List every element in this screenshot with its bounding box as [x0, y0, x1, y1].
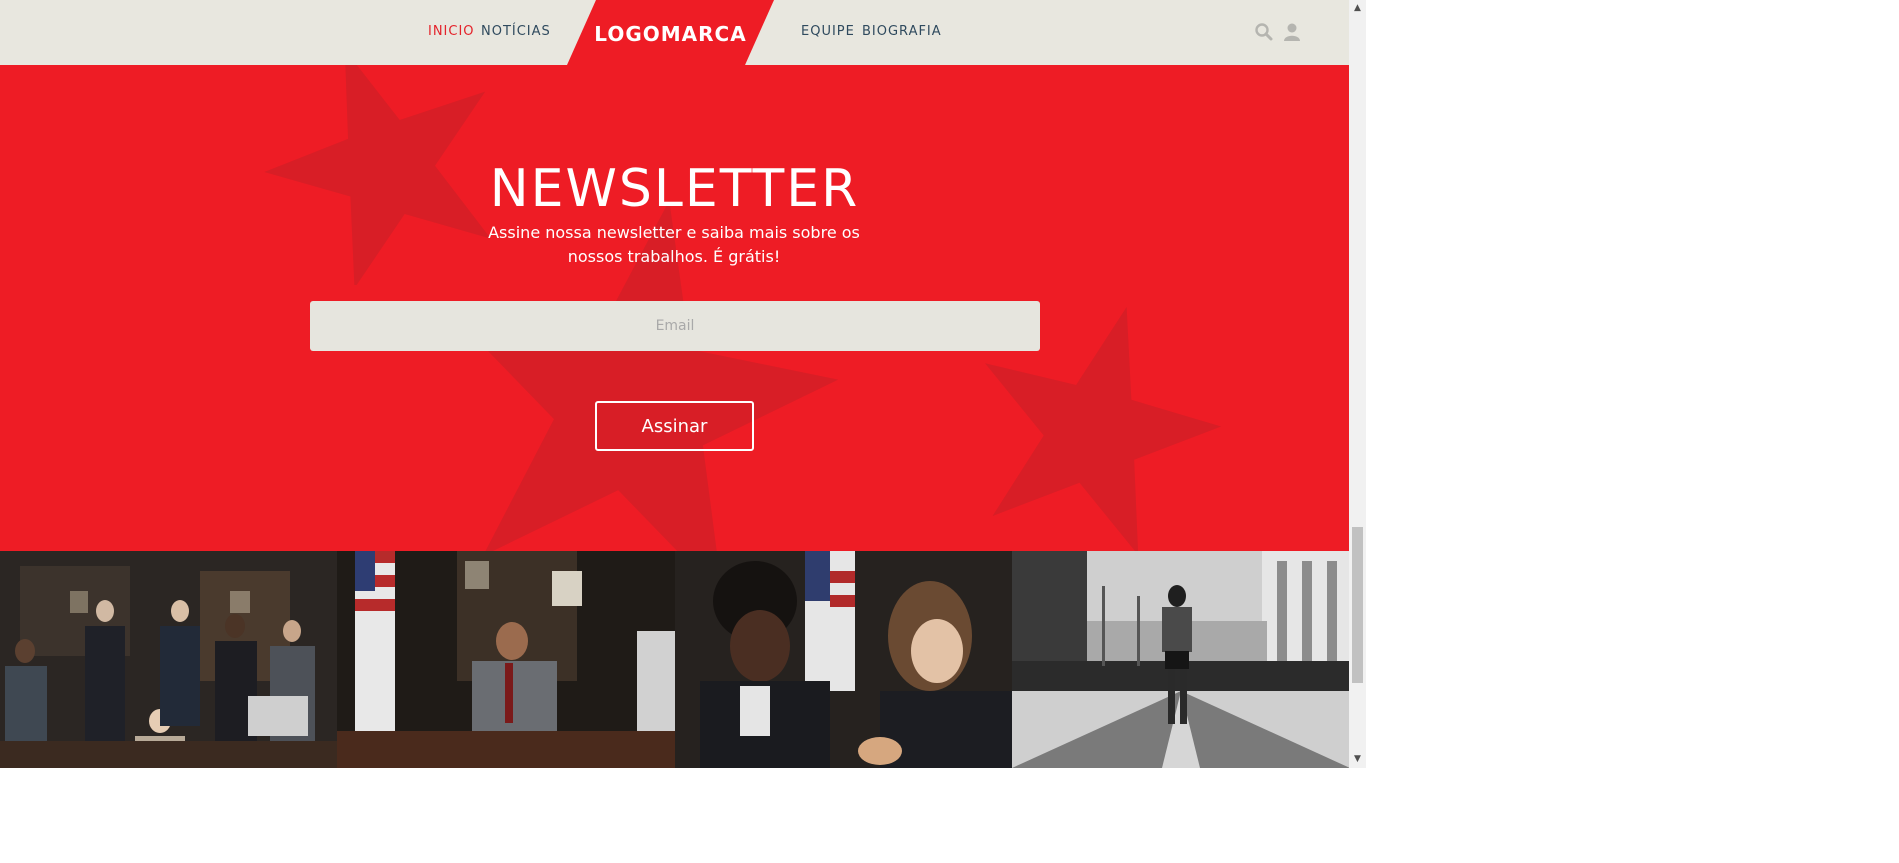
photo-gallery — [0, 551, 1349, 768]
scroll-up-arrow-icon[interactable]: ▲ — [1349, 0, 1366, 17]
gallery-photo-desk[interactable] — [337, 551, 675, 768]
email-input[interactable] — [310, 301, 1040, 351]
gallery-photo-review[interactable] — [674, 551, 1012, 768]
nav-link-inicio[interactable]: INICIO — [428, 24, 475, 39]
gallery-photo-team[interactable] — [0, 551, 338, 768]
page-viewport: INICIO NOTÍCIAS LOGOMARCA EQUIPE BIOGRAF… — [0, 0, 1349, 768]
nav-link-noticias[interactable]: NOTÍCIAS — [481, 24, 551, 39]
scrollbar-thumb[interactable] — [1352, 527, 1363, 683]
gallery-photo-street[interactable] — [1011, 551, 1349, 768]
search-icon[interactable] — [1254, 22, 1274, 42]
man-at-desk-photo-image — [337, 551, 675, 768]
page-scrollbar[interactable]: ▲ ▼ — [1349, 0, 1366, 768]
newsletter-title: NEWSLETTER — [489, 159, 860, 219]
women-reviewing-documents-photo-image — [674, 551, 1012, 768]
site-header: INICIO NOTÍCIAS LOGOMARCA EQUIPE BIOGRAF… — [0, 0, 1349, 65]
nav-link-equipe[interactable]: EQUIPE — [801, 24, 855, 39]
team-group-photo-image — [0, 551, 338, 768]
nav-link-biografia[interactable]: BIOGRAFIA — [862, 24, 942, 39]
user-icon[interactable] — [1282, 22, 1302, 42]
street-bw-photo-image — [1011, 551, 1349, 768]
newsletter-subtitle: Assine nossa newsletter e saiba mais sob… — [488, 223, 860, 266]
scroll-down-arrow-icon[interactable]: ▼ — [1349, 751, 1366, 768]
logo[interactable]: LOGOMARCA — [567, 22, 774, 46]
newsletter-section: NEWSLETTER Assine nossa newsletter e sai… — [0, 65, 1349, 551]
subscribe-button[interactable]: Assinar — [595, 401, 754, 451]
